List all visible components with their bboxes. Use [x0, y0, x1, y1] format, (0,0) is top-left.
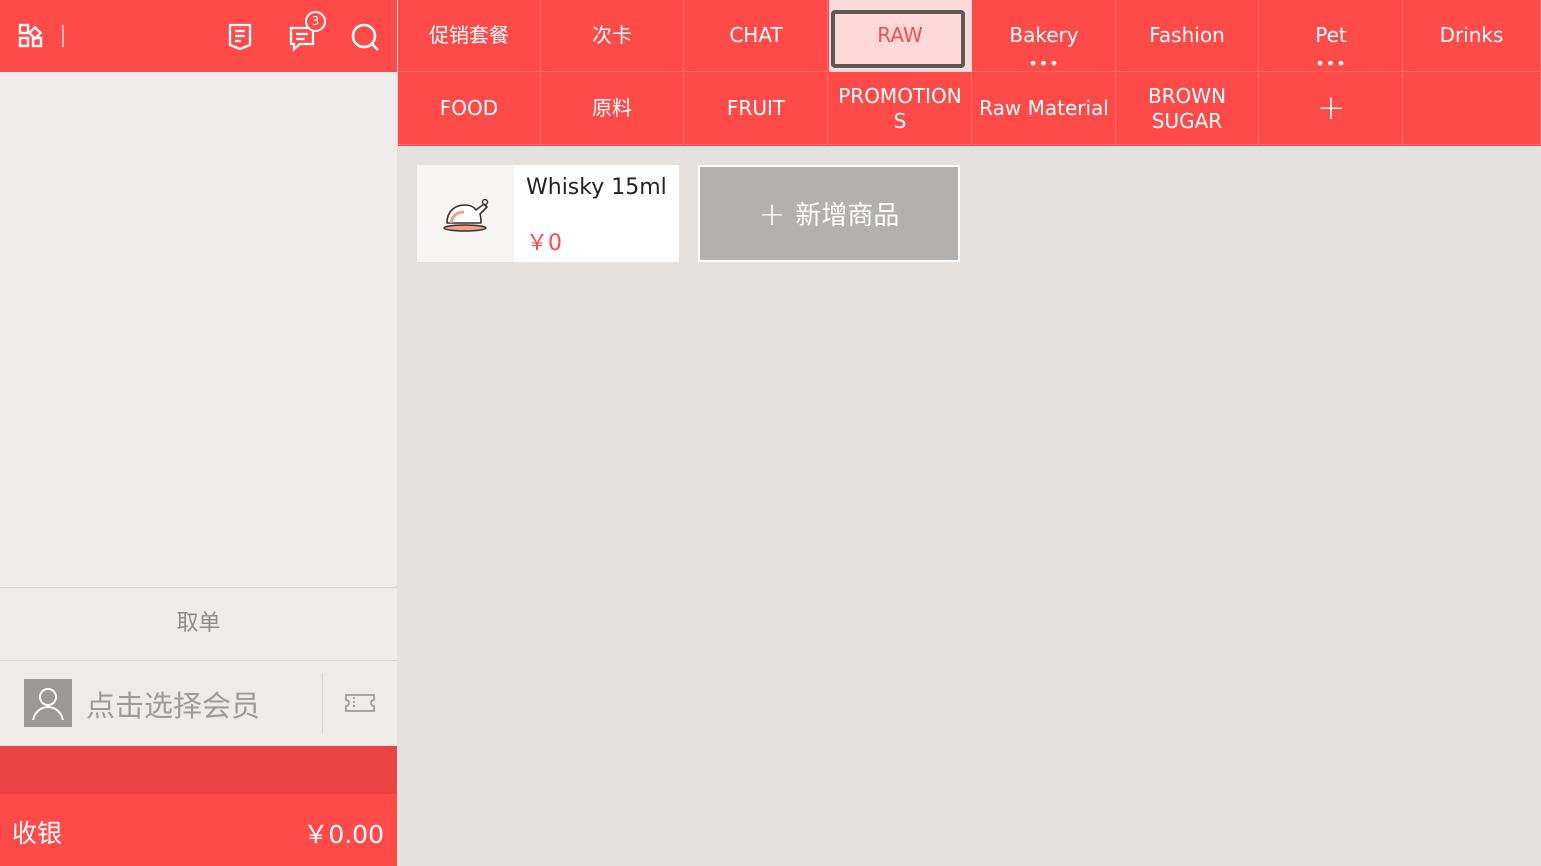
category-tabs: 促销套餐 次卡 CHAT RAW Bakery ••• Fashion Pet ••…: [398, 0, 1541, 146]
tab-fashion[interactable]: Fashion: [1116, 0, 1259, 72]
tab-label: CHAT: [729, 23, 783, 47]
tab-label: Bakery: [1009, 23, 1079, 47]
more-dots-icon: •••: [1028, 54, 1060, 73]
tab-promotions[interactable]: PROMOTION S: [829, 73, 972, 145]
tab-label: 原料: [592, 96, 632, 120]
checkout-label: 收银: [12, 819, 63, 848]
take-order-button[interactable]: 取单: [0, 587, 397, 661]
tab-label: 次卡: [592, 23, 632, 47]
more-dots-icon: •••: [1315, 54, 1347, 73]
tab-promo-package[interactable]: 促销套餐: [398, 0, 541, 72]
order-panel: 3 取单 点击选择会员 收银 ￥0.00: [0, 0, 397, 866]
product-name: Whisky 15ml: [526, 175, 667, 200]
tab-label: BROWN SUGAR: [1147, 83, 1227, 133]
plus-icon: +: [758, 194, 786, 233]
tab-raw-materials-cn[interactable]: 原料: [541, 73, 684, 145]
tab-label: FRUIT: [726, 96, 786, 120]
cart-items-area: [0, 72, 397, 586]
tab-label: PROMOTION S: [838, 83, 962, 133]
tab-raw[interactable]: RAW: [829, 0, 972, 72]
tab-brown-sugar[interactable]: BROWN SUGAR: [1116, 73, 1259, 145]
tab-fruit[interactable]: FRUIT: [685, 73, 828, 145]
tab-drinks[interactable]: Drinks: [1403, 0, 1541, 72]
coupon-icon[interactable]: [344, 693, 376, 717]
product-price: ￥0: [526, 231, 562, 256]
tab-focus-frame: [831, 10, 965, 68]
tab-label: Pet: [1315, 23, 1347, 47]
avatar: [24, 679, 72, 727]
plus-icon: +: [1316, 88, 1346, 128]
cart-summary-band: [0, 746, 397, 794]
tab-food[interactable]: FOOD: [398, 73, 541, 145]
tab-chat[interactable]: CHAT: [685, 0, 828, 72]
empty-tab-slot: [1403, 73, 1541, 145]
tab-raw-material[interactable]: Raw Material: [973, 73, 1116, 145]
member-divider: [322, 673, 323, 733]
tab-bakery[interactable]: Bakery •••: [973, 0, 1116, 72]
add-product-button[interactable]: + 新增商品: [698, 165, 960, 262]
tab-label: Fashion: [1149, 23, 1225, 47]
tab-punch-card[interactable]: 次卡: [541, 0, 684, 72]
tab-pet[interactable]: Pet •••: [1260, 0, 1403, 72]
checkout-total: ￥0.00: [303, 820, 384, 849]
add-product-label: 新增商品: [795, 201, 900, 231]
apps-grid-icon[interactable]: [18, 23, 44, 49]
roast-chicken-icon: [417, 165, 514, 262]
add-category-button[interactable]: +: [1260, 73, 1403, 145]
toolbar-divider: [62, 25, 64, 47]
checkout-button[interactable]: 收银 ￥0.00: [0, 794, 397, 866]
tab-label: FOOD: [439, 96, 499, 120]
product-grid: Whisky 15ml ￥0 + 新增商品: [398, 146, 1541, 866]
tab-label: Raw Material: [979, 96, 1109, 120]
tab-label: 促销套餐: [429, 23, 509, 47]
product-card[interactable]: Whisky 15ml ￥0: [417, 165, 679, 262]
member-selector[interactable]: 点击选择会员: [0, 661, 397, 746]
search-icon[interactable]: [350, 22, 380, 52]
order-list-icon[interactable]: [226, 22, 254, 50]
tab-label: Drinks: [1439, 23, 1504, 47]
member-placeholder: 点击选择会员: [86, 689, 261, 723]
order-toolbar: 3: [0, 0, 397, 72]
message-count-badge: 3: [305, 11, 326, 32]
